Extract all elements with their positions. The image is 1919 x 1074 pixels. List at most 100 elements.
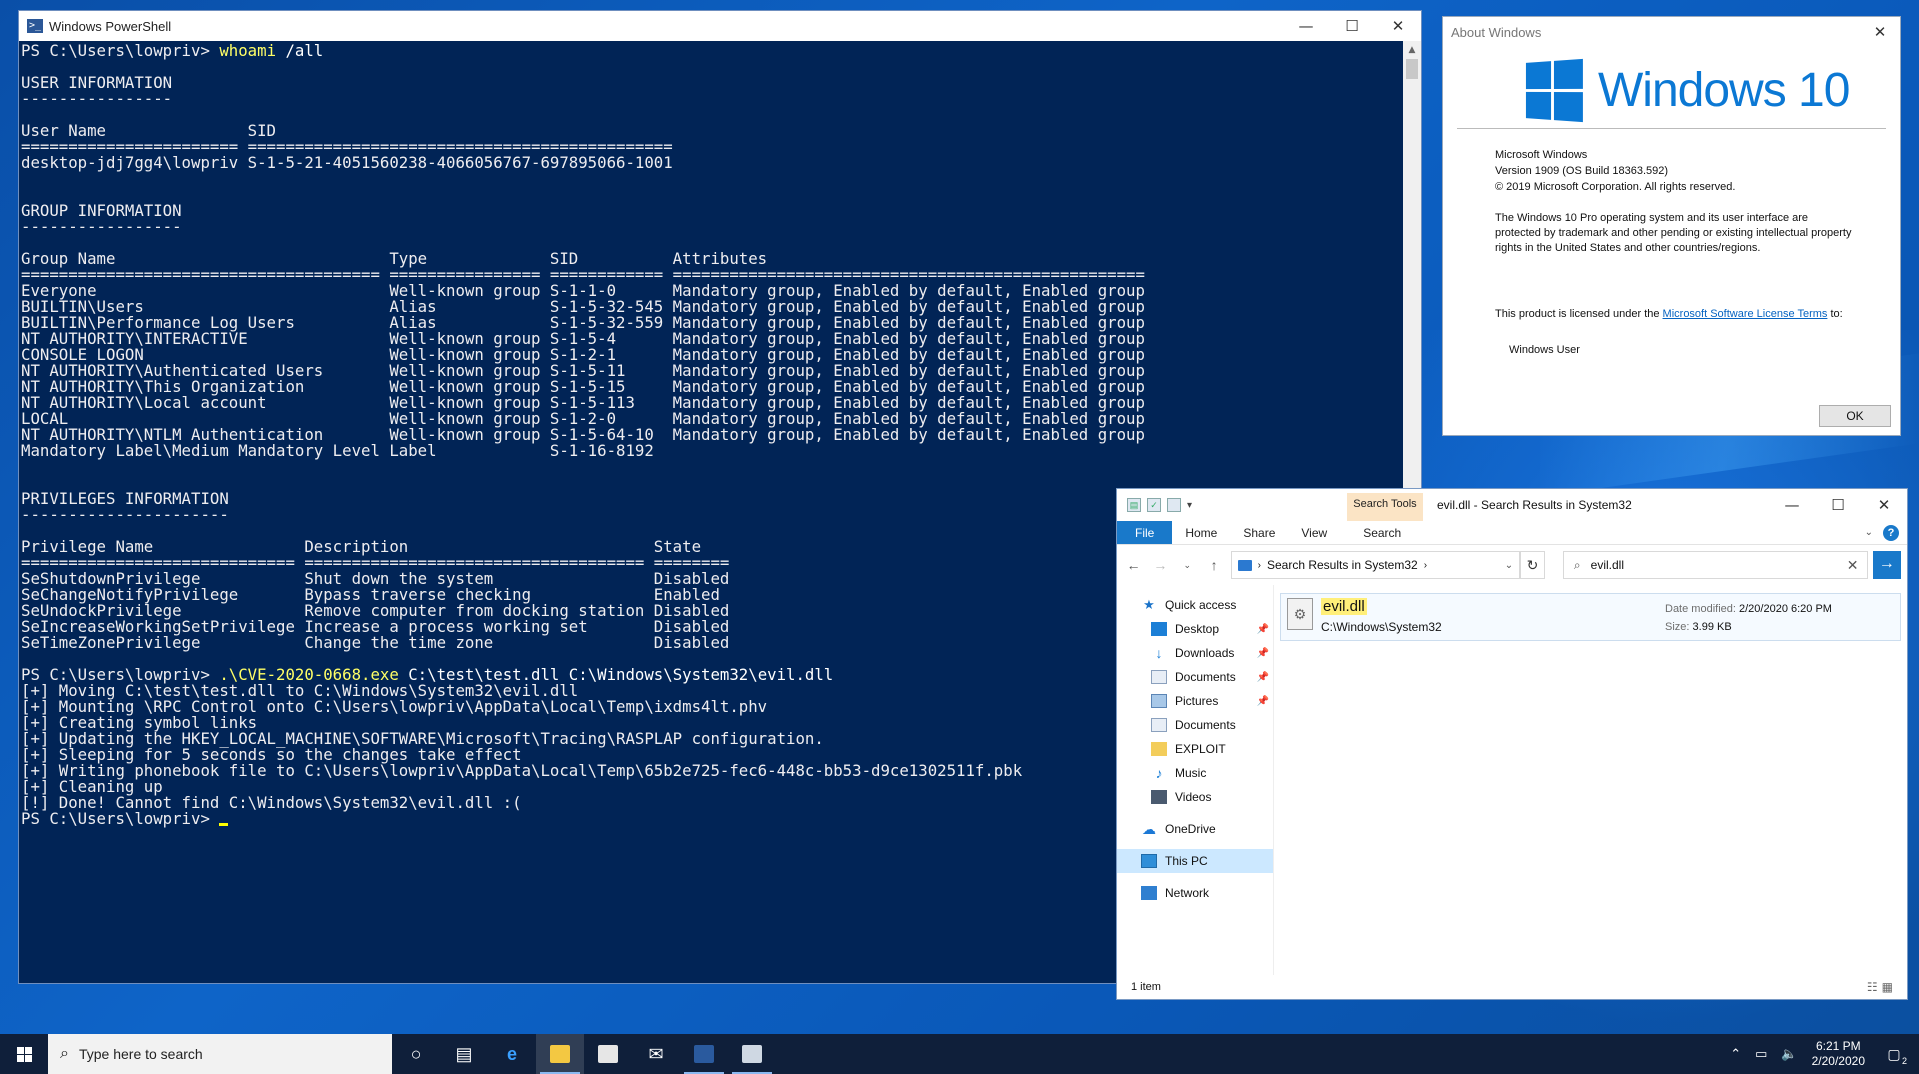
about-windows-dialog[interactable]: About Windows ✕ Windows 10 Microsoft Win… <box>1442 16 1901 436</box>
view-toggle-icons[interactable]: ☷▦ <box>1867 980 1907 994</box>
taskbar-search-box[interactable]: ⌕ Type here to search <box>48 1034 392 1074</box>
console-line: GROUP INFORMATION <box>21 201 182 220</box>
license-terms-link[interactable]: Microsoft Software License Terms <box>1663 308 1828 320</box>
about-license-text: This product is licensed under the Micro… <box>1495 307 1855 322</box>
new-folder-icon[interactable] <box>1167 498 1181 512</box>
address-chevron-end-icon: › <box>1423 559 1428 571</box>
nav-label: Documents <box>1175 670 1236 684</box>
start-button[interactable] <box>0 1034 48 1074</box>
customize-toolbar-icon[interactable]: ▾ <box>1187 500 1192 511</box>
windows-start-icon <box>16 1046 32 1062</box>
nav-item-exploit[interactable]: EXPLOIT <box>1117 737 1273 761</box>
tab-view[interactable]: View <box>1288 521 1340 544</box>
console-command: whoami <box>219 41 277 60</box>
help-icon[interactable]: ? <box>1883 524 1899 541</box>
clock-time: 6:21 PM <box>1815 1039 1861 1053</box>
close-button[interactable]: ✕ <box>1375 11 1421 41</box>
about-version: Version 1909 (OS Build 18363.592) <box>1495 165 1669 177</box>
nav-network[interactable]: Network <box>1117 881 1273 905</box>
console-line: desktop-jdj7gg4\lowpriv S-1-5-21-4051560… <box>21 153 673 172</box>
ribbon-tabs: File Home Share View Search ⌄ ? <box>1117 521 1907 545</box>
action-center-icon[interactable]: ▢ 2 <box>1879 1046 1909 1066</box>
search-input[interactable]: ⌕ evil.dll ✕ <box>1562 551 1868 579</box>
explorer-maximize-button[interactable]: ☐ <box>1815 489 1861 521</box>
search-tools-context-tab[interactable]: Search Tools <box>1347 493 1423 521</box>
system-properties-taskbar-icon[interactable] <box>728 1034 776 1074</box>
address-input[interactable]: › Search Results in System32 › ⌄ <box>1230 551 1521 579</box>
forward-arrow-icon[interactable]: → <box>1150 557 1171 573</box>
search-result-item[interactable]: ⚙ evil.dll C:\Windows\System32 Date modi… <box>1280 593 1901 641</box>
minimize-button[interactable]: — <box>1283 11 1329 41</box>
task-view-icon[interactable]: ▤ <box>440 1034 488 1074</box>
nav-quick-access[interactable]: ★ Quick access <box>1117 593 1273 617</box>
explorer-titlebar[interactable]: ▤ ✓ ▾ Search Tools evil.dll - Search Res… <box>1117 489 1907 521</box>
show-hidden-icons-icon[interactable]: ⌃ <box>1730 1046 1741 1062</box>
file-explorer-window[interactable]: ▤ ✓ ▾ Search Tools evil.dll - Search Res… <box>1116 488 1908 1000</box>
explorer-close-button[interactable]: ✕ <box>1861 489 1907 521</box>
folder-icon <box>1151 742 1167 756</box>
ok-button[interactable]: OK <box>1819 405 1891 427</box>
nav-item-documents[interactable]: Documents <box>1117 713 1273 737</box>
powershell-titlebar[interactable]: >_ Windows PowerShell — ☐ ✕ <box>19 11 1421 41</box>
nav-item-desktop[interactable]: Desktop 📌 <box>1117 617 1273 641</box>
tab-share[interactable]: Share <box>1230 521 1288 544</box>
scroll-up-icon[interactable]: ▲ <box>1403 41 1421 59</box>
tab-home[interactable]: Home <box>1172 521 1230 544</box>
nav-item-videos[interactable]: Videos <box>1117 785 1273 809</box>
about-version-info: Microsoft Windows Version 1909 (OS Build… <box>1495 147 1735 195</box>
about-titlebar[interactable]: About Windows ✕ <box>1443 17 1900 47</box>
properties-icon[interactable]: ✓ <box>1147 498 1161 512</box>
back-arrow-icon[interactable]: ← <box>1123 557 1144 573</box>
scrollbar-thumb[interactable] <box>1406 59 1418 79</box>
about-close-button[interactable]: ✕ <box>1860 17 1900 47</box>
expand-ribbon-icon[interactable]: ⌄ <box>1865 527 1873 538</box>
powershell-icon: >_ <box>27 19 43 33</box>
search-value: evil.dll <box>1590 558 1625 572</box>
desktop-icon <box>1151 622 1167 636</box>
licensed-user: Windows User <box>1509 344 1580 356</box>
cortana-icon[interactable]: ○ <box>392 1034 440 1074</box>
address-text: Search Results in System32 <box>1266 558 1418 572</box>
nav-this-pc[interactable]: This PC <box>1117 849 1273 873</box>
clear-search-icon[interactable]: ✕ <box>1847 557 1867 574</box>
search-go-button[interactable]: → <box>1872 551 1902 579</box>
search-results-icon <box>1237 559 1252 571</box>
license-prefix: This product is licensed under the <box>1495 308 1663 320</box>
tab-file[interactable]: File <box>1117 521 1173 544</box>
network-tray-icon[interactable]: ▭ <box>1755 1046 1767 1062</box>
pin-icon: 📌 <box>1256 623 1269 635</box>
clock-date: 2/20/2020 <box>1811 1054 1865 1068</box>
explorer-minimize-button[interactable]: — <box>1769 489 1815 521</box>
maximize-button[interactable]: ☐ <box>1329 11 1375 41</box>
address-dropdown-icon[interactable]: ⌄ <box>1505 560 1513 571</box>
downloads-icon: ↓ <box>1155 645 1163 661</box>
edge-icon[interactable]: e <box>488 1034 536 1074</box>
search-icon: ⌕ <box>1573 557 1581 572</box>
nav-onedrive[interactable]: ☁ OneDrive <box>1117 817 1273 841</box>
nav-label: Desktop <box>1175 622 1220 636</box>
volume-muted-icon[interactable]: 🔈 <box>1781 1046 1797 1062</box>
pin-icon: 📌 <box>1256 671 1269 683</box>
file-explorer-taskbar-icon[interactable] <box>536 1034 584 1074</box>
tab-search[interactable]: Search <box>1350 521 1414 544</box>
notification-count: 2 <box>1901 1055 1907 1066</box>
about-copyright: © 2019 Microsoft Corporation. All rights… <box>1495 181 1736 193</box>
refresh-icon[interactable]: ↻ <box>1520 551 1545 579</box>
up-arrow-icon[interactable]: ↑ <box>1204 557 1225 573</box>
store-icon[interactable] <box>584 1034 632 1074</box>
nav-item-downloads[interactable]: ↓ Downloads 📌 <box>1117 641 1273 665</box>
nav-item-documents[interactable]: Documents 📌 <box>1117 665 1273 689</box>
quick-access-toolbar: ▤ ✓ ▾ <box>1117 498 1192 512</box>
nav-item-music[interactable]: ♪ Music <box>1117 761 1273 785</box>
mail-icon[interactable]: ✉ <box>632 1034 680 1074</box>
recent-locations-icon[interactable]: ⌄ <box>1177 560 1198 571</box>
nav-label: EXPLOIT <box>1175 742 1226 756</box>
console-line: PS C:\Users\lowpriv> whoami /all <box>21 43 1403 59</box>
nav-item-pictures[interactable]: Pictures 📌 <box>1117 689 1273 713</box>
quick-access-star-icon: ★ <box>1143 597 1155 612</box>
console-line: ---------------- <box>21 89 173 108</box>
powershell-taskbar-icon[interactable] <box>680 1034 728 1074</box>
taskbar-clock[interactable]: 6:21 PM 2/20/2020 <box>1812 1039 1865 1069</box>
